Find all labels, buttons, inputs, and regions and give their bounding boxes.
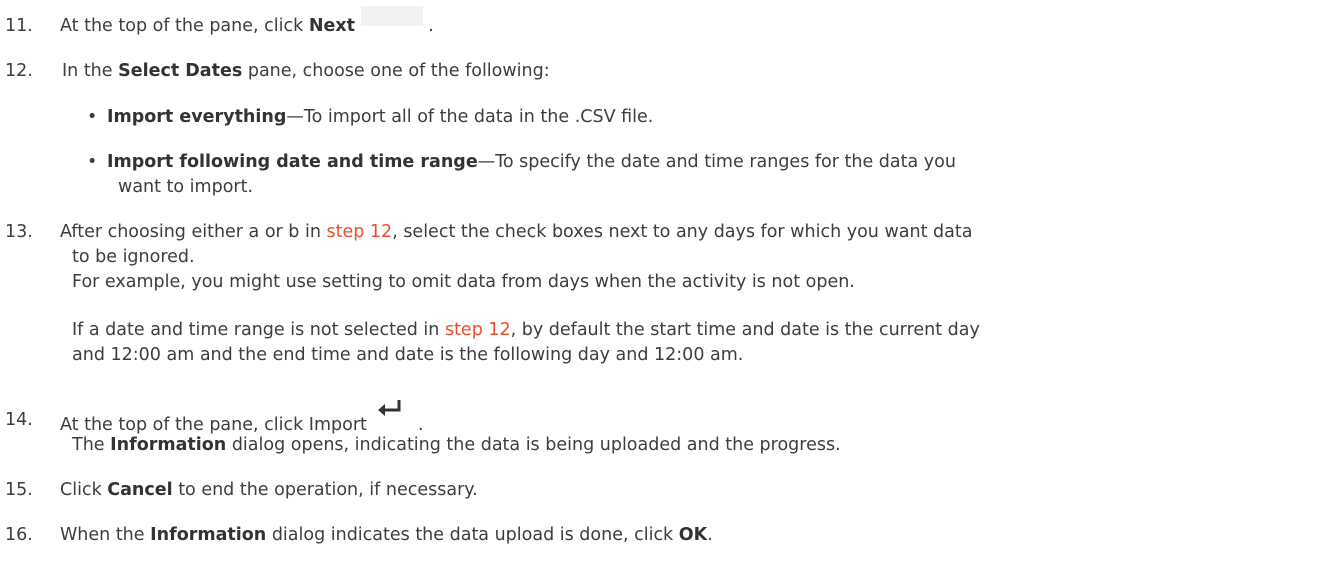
cancel-label: Cancel bbox=[107, 480, 173, 500]
bullet-icon: • bbox=[87, 152, 98, 172]
information-label: Information bbox=[150, 525, 267, 545]
step-number: 12. bbox=[5, 61, 33, 81]
next-arrow-icon bbox=[360, 6, 423, 26]
step-number: 11. bbox=[5, 16, 33, 36]
import-enter-icon bbox=[372, 394, 412, 428]
step-text: At the top of the pane, click bbox=[60, 16, 309, 36]
ok-label: OK bbox=[678, 525, 708, 545]
step-12-link[interactable]: step 12 bbox=[327, 222, 393, 242]
step-number: 13. bbox=[5, 222, 33, 242]
step-number: 15. bbox=[5, 480, 33, 500]
step-number: 16. bbox=[5, 525, 33, 545]
step-number: 14. bbox=[5, 410, 33, 430]
next-label: Next bbox=[308, 16, 355, 36]
bullet-icon: • bbox=[87, 107, 98, 127]
step-12-link[interactable]: step 12 bbox=[445, 320, 511, 340]
select-dates-label: Select Dates bbox=[118, 61, 243, 81]
information-label: Information bbox=[110, 435, 227, 455]
